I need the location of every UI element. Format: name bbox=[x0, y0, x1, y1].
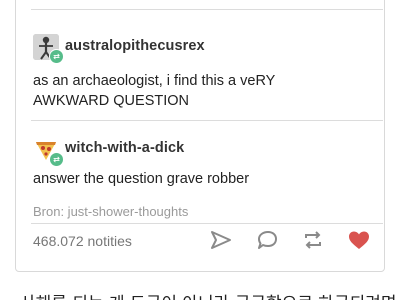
post-text-line: as an archaeologist, i find this a veRY bbox=[33, 73, 276, 89]
notes-count[interactable]: 468.072 notities bbox=[33, 233, 132, 249]
divider bbox=[31, 120, 383, 121]
reblog-badge-icon: ⇄ bbox=[49, 152, 64, 167]
like-heart-icon[interactable] bbox=[347, 229, 371, 251]
post-username[interactable]: australopithecusrex bbox=[65, 38, 205, 54]
post-text: answer the question grave robber bbox=[33, 169, 249, 189]
post-username[interactable]: witch-with-a-dick bbox=[65, 140, 184, 156]
source-link[interactable]: Bron: just-shower-thoughts bbox=[33, 204, 188, 219]
reblog-icon[interactable] bbox=[301, 229, 325, 251]
divider bbox=[31, 9, 383, 10]
reply-icon[interactable] bbox=[256, 229, 280, 251]
avatar[interactable]: ⇄ bbox=[33, 34, 64, 64]
avatar[interactable]: ⇄ bbox=[33, 137, 64, 167]
share-icon[interactable] bbox=[209, 229, 233, 251]
post-text-line: answer the question grave robber bbox=[33, 171, 250, 187]
divider bbox=[31, 223, 383, 224]
post-text: as an archaeologist, i find this a veRY … bbox=[33, 71, 275, 111]
reblog-badge-icon: ⇄ bbox=[49, 49, 64, 64]
tumblr-post-card: g ⇄ australopithecusrex as an archaeolog… bbox=[15, 0, 385, 272]
post-text-line: AWKWARD QUESTION bbox=[33, 93, 190, 109]
bottom-caption: 사해를 되는 게 도굴이 아니라 궁금함으로 하굴되려면 사 bbox=[0, 285, 400, 300]
caption-text: 사해를 되는 게 도굴이 아니라 궁금함으로 하굴되려면 사 bbox=[20, 289, 400, 300]
